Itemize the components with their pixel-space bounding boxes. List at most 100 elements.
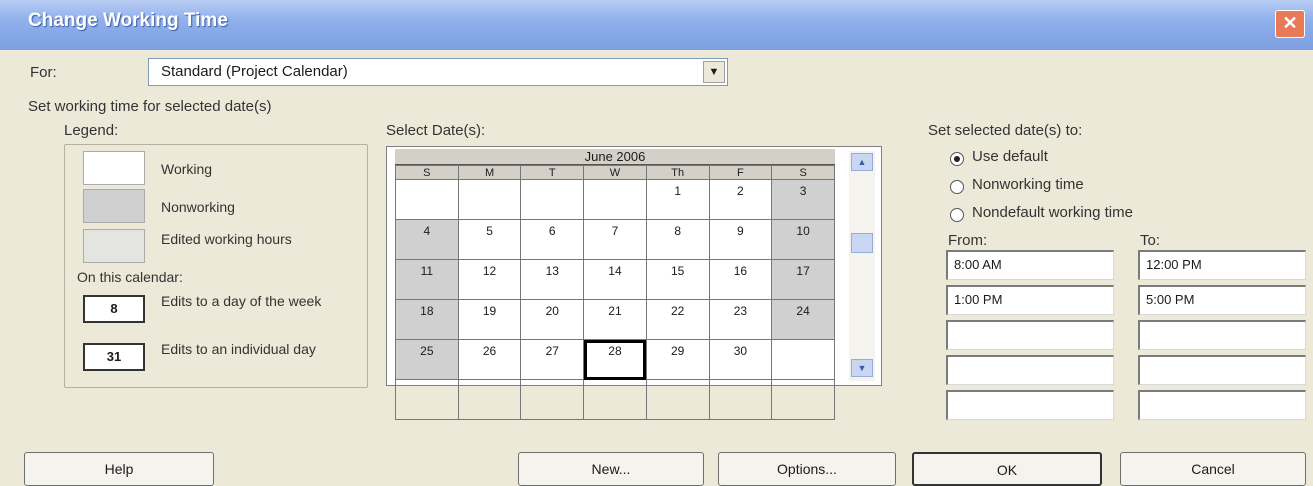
calendar-day[interactable]: 15 [645, 259, 710, 300]
help-button[interactable]: Help [24, 452, 214, 486]
close-button[interactable]: ✕ [1275, 10, 1305, 38]
calendar-day[interactable]: 24 [771, 299, 835, 340]
from-time-input-4[interactable] [946, 355, 1114, 385]
to-time-input-3[interactable] [1138, 320, 1306, 350]
calendar-day[interactable]: 19 [457, 299, 522, 340]
calendar-day[interactable] [583, 379, 647, 420]
to-time-input-2[interactable]: 5:00 PM [1138, 285, 1306, 315]
calendar-day[interactable]: 26 [457, 339, 522, 380]
scroll-up-button[interactable]: ▲ [851, 153, 873, 171]
calendar-day[interactable]: 5 [457, 219, 522, 260]
legend-box: Working Nonworking Edited working hours … [64, 144, 368, 388]
scroll-down-button[interactable]: ▼ [851, 359, 873, 377]
close-icon: ✕ [1282, 13, 1298, 33]
radio-nondefault-working-time[interactable] [950, 208, 964, 222]
legend-swatch-edited [83, 229, 145, 263]
calendar-day[interactable]: 2 [708, 179, 773, 220]
to-time-input-1[interactable]: 12:00 PM [1138, 250, 1306, 280]
calendar-day[interactable]: 4 [395, 219, 459, 260]
calendar-day[interactable]: 14 [583, 259, 647, 300]
from-time-input-2[interactable]: 1:00 PM [946, 285, 1114, 315]
from-time-input-1[interactable]: 8:00 AM [946, 250, 1114, 280]
calendar-day[interactable]: 23 [708, 299, 773, 340]
calendar-scrollbar[interactable]: ▲ ▼ [849, 151, 875, 381]
calendar-day[interactable]: 8 [645, 219, 710, 260]
weekday-header: M [457, 165, 522, 180]
from-label: From: [948, 232, 988, 249]
calendar-day[interactable] [645, 379, 710, 420]
calendar-day[interactable] [520, 379, 585, 420]
calendar-day[interactable] [520, 179, 585, 220]
calendar-day[interactable]: 21 [583, 299, 647, 340]
radio-nonworking-time[interactable] [950, 180, 964, 194]
legend-label-nonworking: Nonworking [161, 199, 235, 215]
chevron-down-icon: ▼ [857, 363, 867, 373]
legend-label-working: Working [161, 161, 213, 177]
calendar-day[interactable]: 3 [771, 179, 835, 220]
calendar-day[interactable]: 6 [520, 219, 585, 260]
to-time-input-4[interactable] [1138, 355, 1306, 385]
calendar-select[interactable]: Standard (Project Calendar) ▼ [148, 58, 728, 86]
legend-label-edited: Edited working hours [161, 231, 292, 247]
select-dates-title: Select Date(s): [386, 122, 486, 139]
calendar-day[interactable] [395, 179, 459, 220]
ok-button[interactable]: OK [912, 452, 1102, 486]
title-bar: Change Working Time ✕ [0, 0, 1313, 50]
to-label: To: [1140, 232, 1161, 249]
calendar-week-row: 18 19 20 21 22 23 24 [395, 299, 835, 340]
scroll-thumb[interactable] [851, 233, 873, 253]
calendar-day[interactable]: 13 [520, 259, 585, 300]
calendar-day[interactable] [771, 339, 835, 380]
chevron-down-icon[interactable]: ▼ [703, 61, 725, 83]
cancel-button[interactable]: Cancel [1120, 452, 1306, 486]
section-label: Set working time for selected date(s) [28, 98, 272, 115]
window-title: Change Working Time [28, 10, 228, 31]
calendar-day[interactable]: 12 [457, 259, 522, 300]
options-button[interactable]: Options... [718, 452, 896, 486]
calendar-day[interactable]: 18 [395, 299, 459, 340]
calendar-day[interactable]: 20 [520, 299, 585, 340]
calendar-day[interactable]: 9 [708, 219, 773, 260]
calendar-day[interactable]: 27 [520, 339, 585, 380]
from-time-input-5[interactable] [946, 390, 1114, 420]
calendar-day[interactable]: 25 [395, 339, 459, 380]
chevron-up-icon: ▲ [857, 157, 867, 167]
calendar-day[interactable] [583, 179, 647, 220]
calendar-day[interactable]: 1 [645, 179, 710, 220]
calendar-day[interactable]: 28 [583, 339, 647, 380]
for-label: For: [30, 64, 57, 81]
calendar-day[interactable]: 16 [708, 259, 773, 300]
from-time-input-3[interactable] [946, 320, 1114, 350]
calendar-day[interactable]: 7 [583, 219, 647, 260]
legend-title: Legend: [64, 122, 119, 139]
calendar-week-row: 123 [395, 179, 835, 220]
calendar-day[interactable] [457, 379, 522, 420]
calendar-day[interactable]: 11 [395, 259, 459, 300]
calendar-day[interactable] [771, 379, 835, 420]
calendar-day[interactable] [708, 379, 773, 420]
edit-day-of-week-label: Edits to a day of the week [161, 293, 322, 309]
calendar-day[interactable]: 17 [771, 259, 835, 300]
legend-swatch-nonworking [83, 189, 145, 223]
weekday-header: W [583, 165, 647, 180]
calendar-select-value: Standard (Project Calendar) [161, 63, 348, 80]
calendar-day[interactable]: 22 [645, 299, 710, 340]
weekday-header: T [520, 165, 585, 180]
calendar: June 2006 S M T W Th F S 1 2 3 4 5 6 7 8 9 10 11 12 13 14 15… [386, 146, 882, 420]
calendar-day[interactable] [457, 179, 522, 220]
radio-use-default[interactable] [950, 152, 964, 166]
edit-individual-day-label: Edits to an individual day [161, 341, 316, 357]
calendar-week-row: 4 5 6 7 8 9 10 [395, 219, 835, 260]
weekday-header: S [771, 165, 835, 180]
on-calendar-title: On this calendar: [77, 269, 183, 285]
new-button[interactable]: New... [518, 452, 704, 486]
calendar-day[interactable] [395, 379, 459, 420]
to-time-input-5[interactable] [1138, 390, 1306, 420]
calendar-day[interactable]: 29 [645, 339, 710, 380]
calendar-day[interactable]: 30 [708, 339, 773, 380]
radio-use-default-label: Use default [972, 148, 1048, 165]
set-dates-title: Set selected date(s) to: [928, 122, 1083, 139]
calendar-grid: S M T W Th F S 1 2 3 4 5 6 7 8 9 10 11 12 13 14 15 16 17 18 19 20… [395, 165, 835, 420]
calendar-day[interactable]: 10 [771, 219, 835, 260]
radio-nondefault-working-time-label: Nondefault working time [972, 204, 1133, 221]
